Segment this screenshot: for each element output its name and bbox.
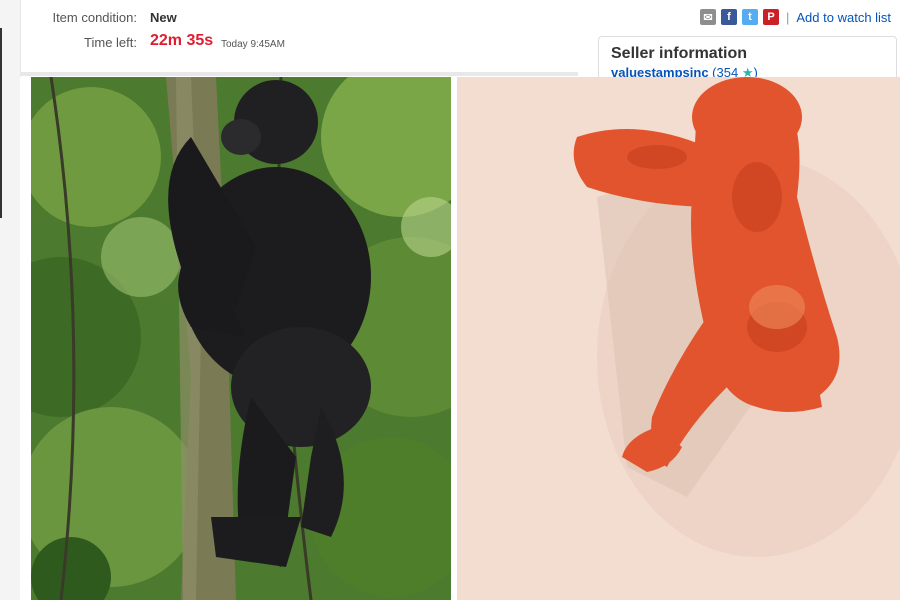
share-bar: ✉ f t P | Add to watch list — [700, 9, 891, 25]
time-left-end: Today 9:45AM — [221, 39, 285, 50]
pinterest-icon[interactable]: P — [763, 9, 779, 25]
share-separator: | — [786, 9, 790, 25]
item-condition-value: New — [150, 10, 177, 25]
listing-image-panel[interactable] — [20, 77, 900, 600]
snack-photo — [457, 77, 900, 600]
time-left-label: Time left: — [84, 35, 137, 50]
section-divider — [20, 72, 578, 76]
left-sidebar-strip — [0, 0, 21, 600]
add-to-watch-list-link[interactable]: Add to watch list — [796, 10, 891, 25]
time-left-value: 22m 35s — [150, 32, 214, 49]
seller-info-title: Seller information — [611, 45, 748, 62]
twitter-icon[interactable]: t — [742, 9, 758, 25]
facebook-icon[interactable]: f — [721, 9, 737, 25]
mail-icon[interactable]: ✉ — [700, 9, 716, 25]
gorilla-photo — [31, 77, 451, 600]
item-condition-label: Item condition: — [52, 10, 137, 25]
sidebar-edge-mark — [0, 28, 5, 218]
